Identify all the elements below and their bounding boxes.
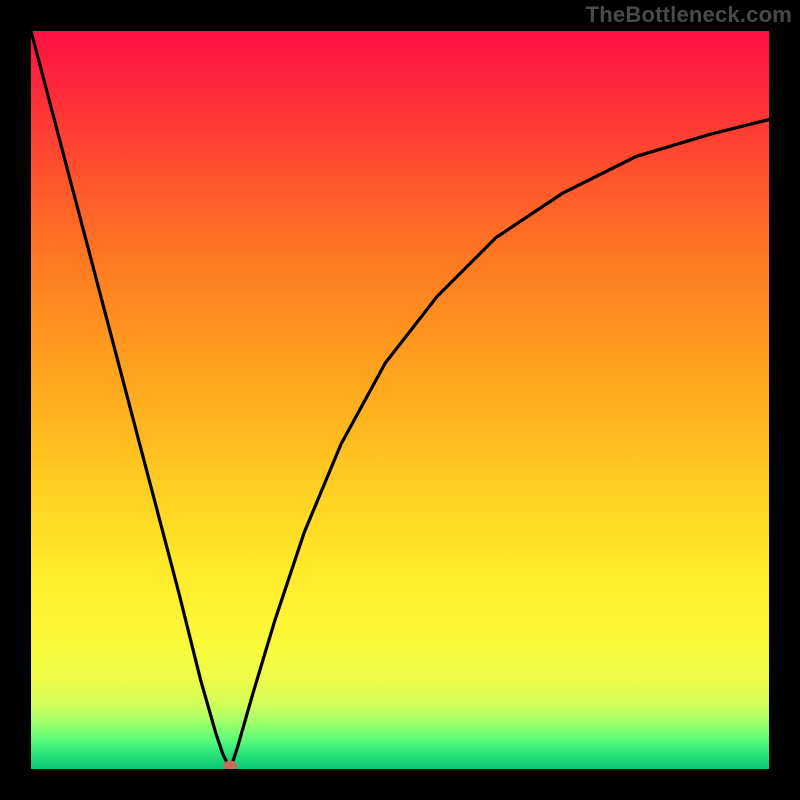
watermark-text: TheBottleneck.com xyxy=(586,2,792,28)
gradient-background xyxy=(31,31,769,769)
bottleneck-chart xyxy=(0,0,800,800)
chart-frame: TheBottleneck.com xyxy=(0,0,800,800)
